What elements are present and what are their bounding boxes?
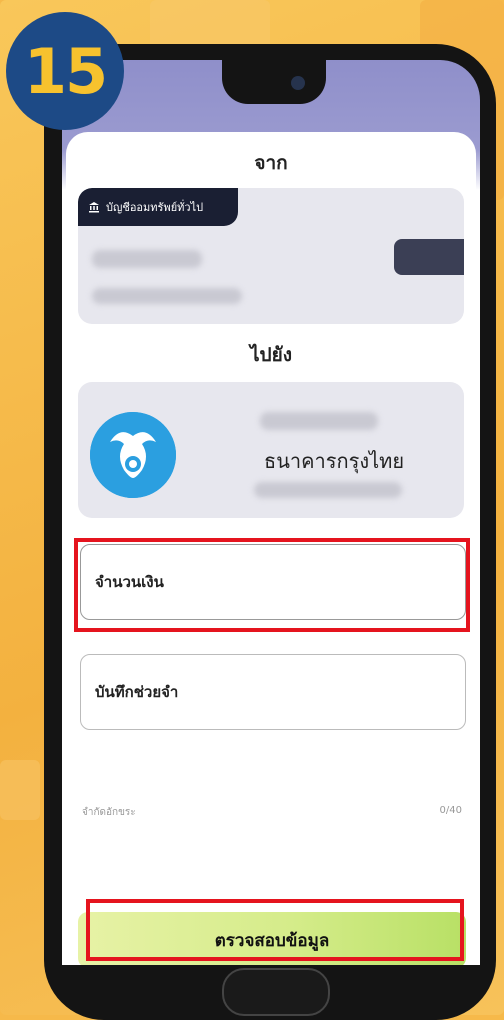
background-shape	[0, 760, 40, 820]
destination-account-card[interactable]: ธนาคารกรุงไทย	[78, 382, 464, 518]
recipient-name-redacted	[260, 412, 378, 430]
bank-name: ธนาคารกรุงไทย	[264, 449, 405, 473]
garuda-icon	[90, 412, 176, 498]
step-number-badge: 15	[6, 12, 124, 130]
amount-input[interactable]: จำนวนเงิน	[80, 544, 466, 620]
to-heading: ไปยัง	[249, 344, 293, 366]
account-name-redacted	[92, 288, 242, 304]
camera-icon	[291, 76, 305, 90]
account-type-label: บัญชีออมทรัพย์ทั่วไป	[106, 201, 204, 214]
recipient-account-redacted	[254, 482, 402, 498]
memo-placeholder: บันทึกช่วยจำ	[95, 683, 179, 701]
phone-screen: จาก บัญชีออมทรัพย์ทั่วไป ไปยัง ธนาคารกรุ…	[62, 60, 480, 965]
char-limit-label: จำกัดอักขระ	[82, 807, 136, 818]
amount-placeholder: จำนวนเงิน	[95, 573, 164, 591]
memo-input[interactable]: บันทึกช่วยจำ	[80, 654, 466, 730]
krungthai-bank-logo	[90, 412, 176, 498]
account-type-tag: บัญชีออมทรัพย์ทั่วไป	[78, 188, 238, 226]
phone-home-button	[222, 968, 330, 1016]
transfer-sheet: จาก บัญชีออมทรัพย์ทั่วไป ไปยัง ธนาคารกรุ…	[66, 132, 476, 965]
phone-notch	[222, 60, 326, 104]
review-details-button[interactable]: ตรวจสอบข้อมูล	[78, 912, 466, 965]
char-counter: 0/40	[439, 805, 462, 816]
bank-icon	[89, 202, 99, 213]
balance-chip	[394, 239, 464, 275]
from-heading: จาก	[254, 152, 288, 174]
account-number-redacted	[92, 250, 202, 268]
source-account-card[interactable]: บัญชีออมทรัพย์ทั่วไป	[78, 188, 464, 324]
